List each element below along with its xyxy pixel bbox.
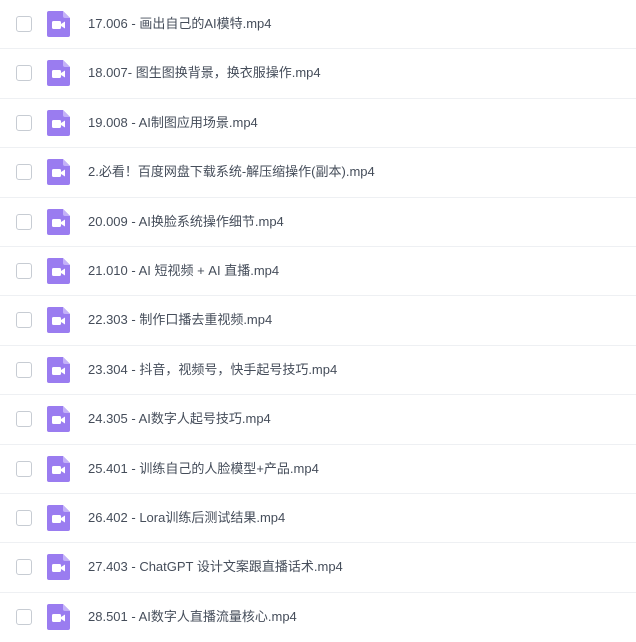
file-name[interactable]: 24.305 - AI数字人起号技巧.mp4 bbox=[88, 411, 271, 427]
video-file-icon bbox=[47, 603, 70, 630]
file-row[interactable]: 25.401 - 训练自己的人脸模型+产品.mp4 bbox=[0, 445, 636, 494]
video-file-icon bbox=[47, 60, 70, 87]
select-checkbox[interactable] bbox=[16, 65, 32, 82]
file-name[interactable]: 2.必看！百度网盘下载系统-解压缩操作(副本).mp4 bbox=[88, 164, 375, 180]
select-checkbox[interactable] bbox=[16, 559, 32, 576]
file-name[interactable]: 22.303 - 制作口播去重视频.mp4 bbox=[88, 312, 272, 328]
select-checkbox[interactable] bbox=[16, 411, 32, 428]
select-checkbox[interactable] bbox=[16, 608, 32, 625]
video-file-icon bbox=[47, 11, 70, 37]
video-file-icon bbox=[47, 455, 70, 482]
video-file-icon bbox=[47, 208, 70, 235]
file-name[interactable]: 27.403 - ChatGPT 设计文案跟直播话术.mp4 bbox=[88, 559, 343, 575]
video-file-icon bbox=[47, 406, 70, 433]
file-row[interactable]: 22.303 - 制作口播去重视频.mp4 bbox=[0, 296, 636, 346]
video-file-icon bbox=[47, 554, 70, 581]
file-row[interactable]: 18.007- 图生图换背景，换衣服操作.mp4 bbox=[0, 49, 636, 99]
file-row[interactable]: 2.必看！百度网盘下载系统-解压缩操作(副本).mp4 bbox=[0, 148, 636, 198]
file-row[interactable]: 20.009 - AI换脸系统操作细节.mp4 bbox=[0, 198, 636, 247]
select-checkbox[interactable] bbox=[16, 263, 32, 279]
select-checkbox[interactable] bbox=[16, 16, 32, 32]
file-name[interactable]: 26.402 - Lora训练后测试结果.mp4 bbox=[88, 510, 285, 526]
file-row[interactable]: 24.305 - AI数字人起号技巧.mp4 bbox=[0, 395, 636, 445]
file-row[interactable]: 17.006 - 画出自己的AI模特.mp4 bbox=[0, 0, 636, 50]
file-row[interactable]: 23.304 - 抖音，视频号，快手起号技巧.mp4 bbox=[0, 346, 636, 396]
file-row[interactable]: 19.008 - AI制图应用场景.mp4 bbox=[0, 99, 636, 149]
select-checkbox[interactable] bbox=[16, 510, 32, 526]
select-checkbox[interactable] bbox=[16, 213, 32, 230]
file-name[interactable]: 19.008 - AI制图应用场景.mp4 bbox=[88, 115, 258, 131]
select-checkbox[interactable] bbox=[16, 114, 32, 131]
video-file-icon bbox=[47, 109, 70, 136]
file-name[interactable]: 18.007- 图生图换背景，换衣服操作.mp4 bbox=[88, 65, 321, 81]
file-name[interactable]: 20.009 - AI换脸系统操作细节.mp4 bbox=[88, 214, 284, 230]
select-checkbox[interactable] bbox=[16, 312, 32, 329]
select-checkbox[interactable] bbox=[16, 460, 32, 477]
file-row[interactable]: 28.501 - AI数字人直播流量核心.mp4 bbox=[0, 593, 636, 642]
file-row[interactable]: 27.403 - ChatGPT 设计文案跟直播话术.mp4 bbox=[0, 543, 636, 593]
video-file-icon bbox=[47, 159, 70, 186]
file-list: 17.006 - 画出自己的AI模特.mp4 18.007- 图生图换背景，换衣… bbox=[0, 0, 636, 638]
file-name[interactable]: 28.501 - AI数字人直播流量核心.mp4 bbox=[88, 609, 297, 625]
video-file-icon bbox=[47, 356, 70, 383]
file-row[interactable]: 21.010 - AI 短视频 + AI 直播.mp4 bbox=[0, 247, 636, 297]
file-name[interactable]: 17.006 - 画出自己的AI模特.mp4 bbox=[88, 16, 272, 32]
file-name[interactable]: 25.401 - 训练自己的人脸模型+产品.mp4 bbox=[88, 461, 319, 477]
video-file-icon bbox=[47, 307, 70, 334]
file-name[interactable]: 21.010 - AI 短视频 + AI 直播.mp4 bbox=[88, 263, 279, 279]
file-row[interactable]: 26.402 - Lora训练后测试结果.mp4 bbox=[0, 494, 636, 544]
video-file-icon bbox=[47, 258, 70, 284]
select-checkbox[interactable] bbox=[16, 361, 32, 378]
select-checkbox[interactable] bbox=[16, 164, 32, 181]
video-file-icon bbox=[47, 505, 70, 531]
file-name[interactable]: 23.304 - 抖音，视频号，快手起号技巧.mp4 bbox=[88, 362, 337, 378]
